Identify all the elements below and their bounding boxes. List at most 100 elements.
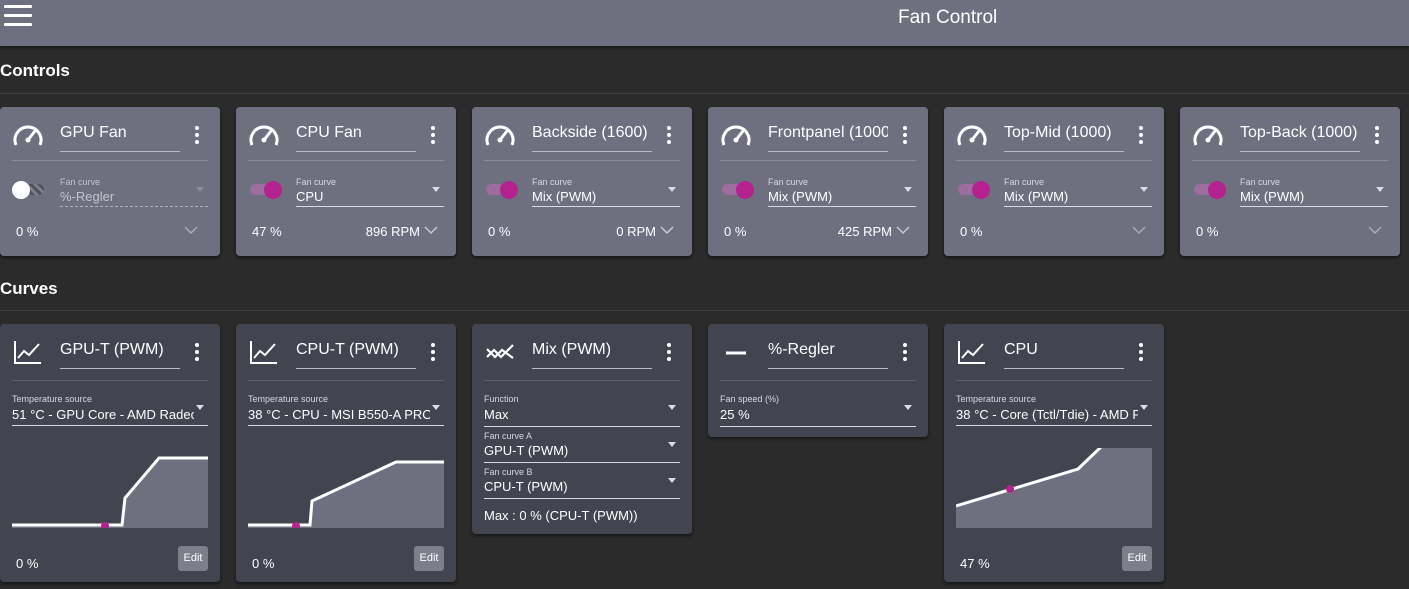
- control-name[interactable]: CPU Fan: [296, 122, 416, 152]
- enable-toggle[interactable]: [720, 181, 754, 199]
- fan-curve-select[interactable]: Fan curve Mix (PWM): [768, 177, 916, 207]
- chevron-down-icon[interactable]: [660, 225, 674, 235]
- more-options-icon[interactable]: [186, 342, 206, 362]
- curve-card-mix: Mix (PWM) Function Max Fan curve A GPU-T…: [472, 324, 692, 534]
- fan-percent: 47 %: [252, 224, 282, 239]
- fan-rpm: 425 RPM: [837, 224, 892, 239]
- control-name[interactable]: GPU Fan: [60, 122, 180, 152]
- fan-speed-gauge-icon: [1193, 125, 1223, 146]
- more-options-icon[interactable]: [1130, 342, 1150, 362]
- curve-percent: 47 %: [960, 556, 990, 571]
- hamburger-menu-icon[interactable]: [4, 5, 32, 27]
- fan-curve-graph[interactable]: [248, 448, 444, 528]
- card-divider: [1192, 160, 1388, 161]
- dropdown-arrow-icon: [432, 187, 440, 192]
- enable-toggle[interactable]: [1192, 181, 1226, 199]
- temperature-source-select[interactable]: Temperature source 38 °C - Core (Tctl/Td…: [956, 394, 1152, 426]
- fan-speed-gauge-icon: [721, 125, 751, 146]
- card-divider: [248, 160, 444, 161]
- control-name[interactable]: Backside (1600): [532, 122, 652, 152]
- function-value: Max: [484, 407, 509, 422]
- fan-percent: 0 %: [724, 224, 747, 239]
- temperature-source-value: 51 °C - GPU Core - AMD Radeon: [12, 407, 194, 422]
- chevron-down-icon[interactable]: [424, 225, 438, 235]
- dropdown-arrow-icon: [1140, 405, 1148, 410]
- fan-curve-label: Fan curve: [1004, 177, 1045, 187]
- function-label: Function: [484, 394, 519, 404]
- control-card-top-mid: Top-Mid (1000) Fan curve Mix (PWM) 0 %: [944, 107, 1164, 256]
- chevron-down-icon[interactable]: [1132, 225, 1146, 235]
- more-options-icon[interactable]: [658, 125, 678, 145]
- more-options-icon[interactable]: [894, 342, 914, 362]
- card-divider: [956, 380, 1152, 381]
- dropdown-arrow-icon: [904, 405, 912, 410]
- dropdown-arrow-icon: [432, 405, 440, 410]
- dropdown-arrow-icon: [668, 187, 676, 192]
- edit-button[interactable]: Edit: [1122, 546, 1152, 571]
- fan-percent: 0 %: [16, 224, 39, 239]
- enable-toggle[interactable]: [248, 181, 282, 199]
- fan-curve-b-select[interactable]: Fan curve B CPU-T (PWM): [484, 467, 680, 499]
- more-options-icon[interactable]: [1366, 125, 1386, 145]
- enable-toggle[interactable]: [12, 181, 46, 199]
- dropdown-arrow-icon: [904, 187, 912, 192]
- control-card-frontpanel: Frontpanel (1000) Fan curve Mix (PWM) 0 …: [708, 107, 928, 256]
- fan-rpm: 0 RPM: [616, 224, 656, 239]
- temperature-source-label: Temperature source: [248, 394, 329, 404]
- fan-curve-select[interactable]: Fan curve Mix (PWM): [1240, 177, 1388, 207]
- curve-name[interactable]: %-Regler: [768, 339, 888, 369]
- curve-name[interactable]: GPU-T (PWM): [60, 339, 180, 369]
- curve-name[interactable]: CPU-T (PWM): [296, 339, 416, 369]
- more-options-icon[interactable]: [894, 125, 914, 145]
- curve-percent: 0 %: [252, 556, 275, 571]
- enable-toggle[interactable]: [956, 181, 990, 199]
- fan-curve-select[interactable]: Fan curve Mix (PWM): [532, 177, 680, 207]
- dropdown-arrow-icon: [1376, 187, 1384, 192]
- curve-name[interactable]: Mix (PWM): [532, 339, 652, 369]
- more-options-icon[interactable]: [422, 342, 442, 362]
- enable-toggle[interactable]: [484, 181, 518, 199]
- more-options-icon[interactable]: [658, 342, 678, 362]
- fan-curve-select[interactable]: Fan curve CPU: [296, 177, 444, 207]
- temperature-source-select[interactable]: Temperature source 38 °C - CPU - MSI B55…: [248, 394, 444, 426]
- curves-section-title: Curves: [0, 279, 58, 298]
- curve-name[interactable]: CPU: [1004, 339, 1124, 369]
- edit-button[interactable]: Edit: [414, 546, 444, 571]
- curve-card-cpu-t: CPU-T (PWM) Temperature source 38 °C - C…: [236, 324, 456, 582]
- fan-curve-label: Fan curve: [60, 177, 101, 187]
- fan-speed-select[interactable]: Fan speed (%) 25 %: [720, 394, 916, 427]
- control-card-backside: Backside (1600) Fan curve Mix (PWM) 0 % …: [472, 107, 692, 256]
- control-card-cpu-fan: CPU Fan Fan curve CPU 47 % 896 RPM: [236, 107, 456, 256]
- temperature-source-value: 38 °C - Core (Tctl/Tdie) - AMD F: [956, 407, 1138, 422]
- more-options-icon[interactable]: [1130, 125, 1150, 145]
- current-point-marker: [292, 522, 300, 528]
- fan-curve-a-select[interactable]: Fan curve A GPU-T (PWM): [484, 431, 680, 463]
- fan-curve-value: %-Regler: [60, 189, 115, 204]
- fan-curve-select[interactable]: Fan curve Mix (PWM): [1004, 177, 1152, 207]
- curves-divider: [0, 310, 1409, 311]
- line-chart-icon: [250, 341, 277, 364]
- more-options-icon[interactable]: [186, 125, 206, 145]
- flat-line-icon: [726, 351, 746, 355]
- chevron-down-icon[interactable]: [1368, 225, 1382, 235]
- edit-button[interactable]: Edit: [178, 546, 208, 571]
- fan-curve-value: CPU: [296, 189, 324, 204]
- controls-divider: [0, 93, 1409, 94]
- fan-curve-graph[interactable]: [956, 448, 1152, 528]
- chevron-down-icon[interactable]: [184, 225, 198, 235]
- control-card-gpu-fan: GPU Fan Fan curve %-Regler 0 %: [0, 107, 220, 256]
- temperature-source-select[interactable]: Temperature source 51 °C - GPU Core - AM…: [12, 394, 208, 426]
- control-name[interactable]: Frontpanel (1000): [768, 122, 888, 152]
- fan-curve-select[interactable]: Fan curve %-Regler: [60, 177, 208, 207]
- control-name[interactable]: Top-Back (1000): [1240, 122, 1360, 152]
- control-name[interactable]: Top-Mid (1000): [1004, 122, 1124, 152]
- more-options-icon[interactable]: [422, 125, 442, 145]
- function-select[interactable]: Function Max: [484, 394, 680, 427]
- curve-card-cpu: CPU Temperature source 38 °C - Core (Tct…: [944, 324, 1164, 582]
- mix-curves-icon: [486, 344, 514, 359]
- fan-curve-graph[interactable]: [12, 448, 208, 528]
- fan-curve-label: Fan curve: [296, 177, 337, 187]
- dropdown-arrow-icon: [196, 187, 204, 192]
- chevron-down-icon[interactable]: [896, 225, 910, 235]
- line-chart-icon: [14, 341, 41, 364]
